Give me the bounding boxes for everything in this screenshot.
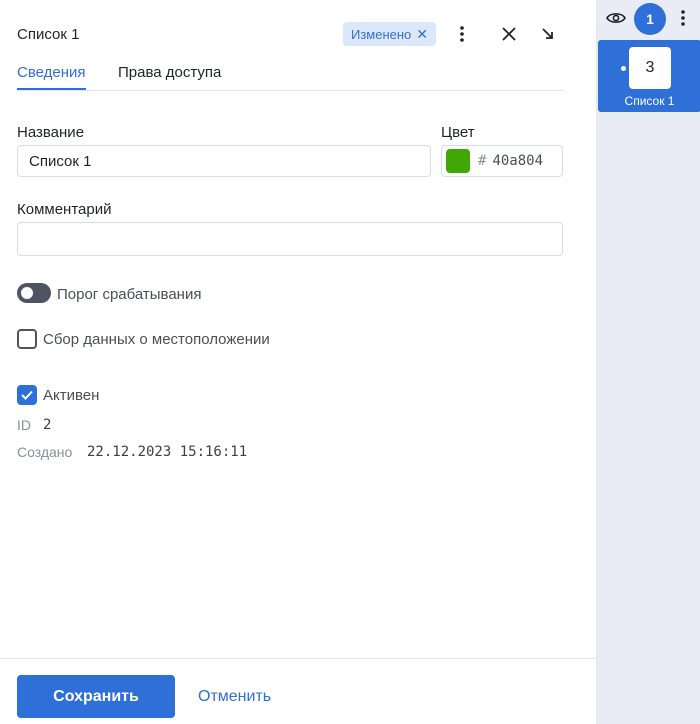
status-badge: Изменено ✕ — [343, 22, 437, 46]
tab-details[interactable]: Сведения — [17, 64, 86, 90]
more-vertical-icon — [681, 10, 685, 26]
active-label: Активен — [43, 387, 100, 404]
threshold-toggle[interactable] — [17, 283, 51, 303]
arrow-down-right-icon — [542, 28, 553, 39]
status-dot — [621, 66, 626, 71]
detail-panel: Список 1 Изменено ✕ Сведения Права досту… — [0, 0, 596, 724]
close-button[interactable] — [498, 23, 520, 45]
count-badge: 1 — [634, 3, 666, 35]
panel-title: Список 1 — [17, 26, 80, 43]
id-key: ID — [17, 417, 31, 433]
color-hash-symbol: # — [478, 153, 487, 169]
close-icon — [502, 27, 516, 41]
id-value: 2 — [43, 417, 52, 433]
collapse-button[interactable] — [537, 23, 559, 45]
color-field[interactable]: # 40a804 — [441, 145, 563, 177]
badge-close-icon[interactable]: ✕ — [416, 27, 428, 41]
active-checkbox[interactable] — [17, 385, 37, 405]
cancel-button[interactable]: Отменить — [198, 688, 271, 706]
card-number: 3 — [629, 47, 671, 89]
location-label: Сбор данных о местоположении — [43, 331, 270, 348]
check-icon — [21, 390, 33, 400]
eye-icon — [606, 13, 626, 23]
threshold-label: Порог срабатывания — [57, 286, 202, 303]
location-checkbox[interactable] — [17, 329, 37, 349]
color-swatch[interactable] — [446, 149, 470, 173]
comment-label: Комментарий — [17, 201, 112, 218]
color-label: Цвет — [441, 124, 475, 141]
color-hex-value: 40a804 — [492, 153, 544, 169]
more-vertical-icon — [460, 26, 464, 42]
comment-field[interactable] — [17, 222, 563, 256]
name-label: Название — [17, 124, 85, 141]
name-field[interactable]: Список 1 — [17, 145, 431, 177]
toggle-knob — [21, 287, 33, 299]
sidebar-more-button[interactable] — [675, 7, 691, 29]
created-key: Создано — [17, 444, 73, 460]
more-options-button[interactable] — [451, 23, 473, 45]
status-badge-label: Изменено — [351, 26, 412, 42]
save-button[interactable]: Сохранить — [17, 675, 175, 718]
sidebar: 1 3 Список 1 — [596, 0, 700, 724]
created-value: 22.12.2023 15:16:11 — [87, 444, 248, 460]
tab-permissions[interactable]: Права доступа — [118, 64, 221, 88]
card-label: Список 1 — [624, 94, 675, 108]
tab-bar: Сведения Права доступа — [17, 62, 564, 91]
visibility-button[interactable] — [604, 7, 628, 29]
list-card[interactable]: 3 Список 1 — [598, 40, 700, 112]
